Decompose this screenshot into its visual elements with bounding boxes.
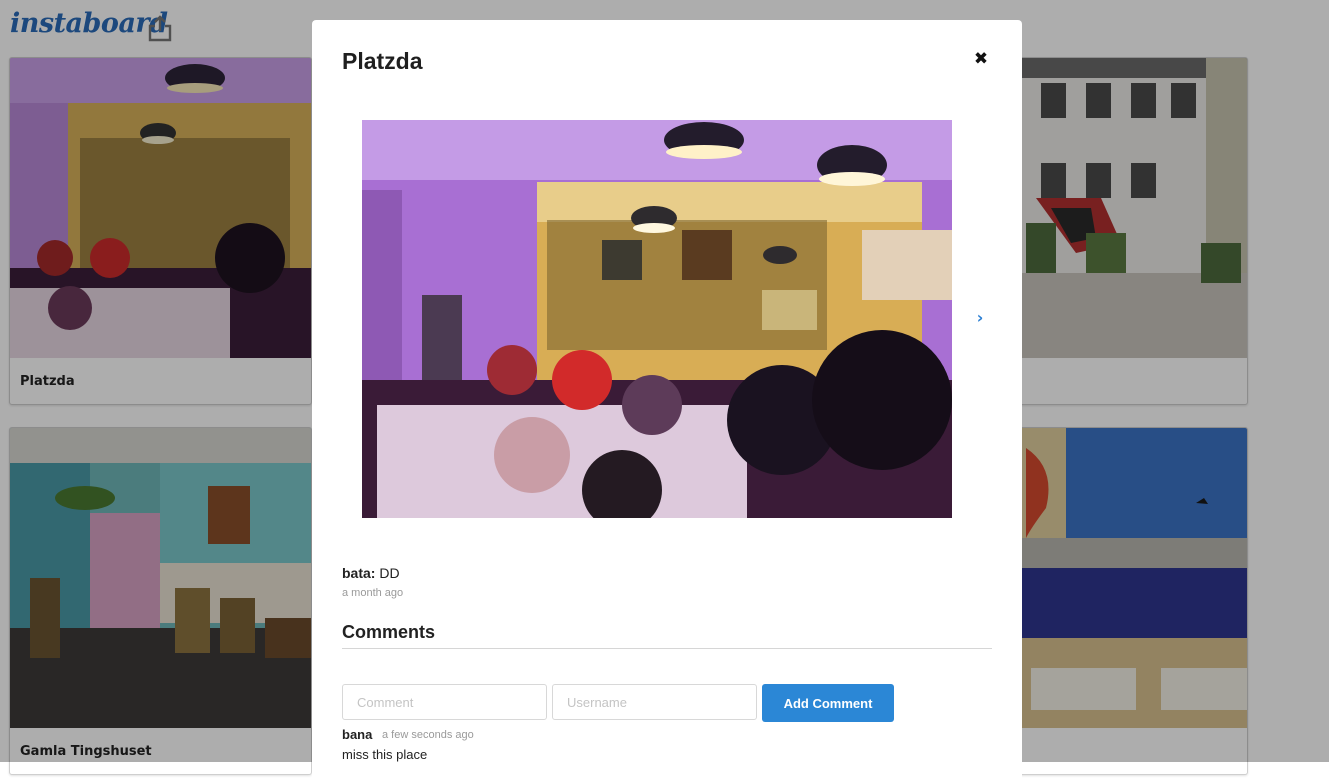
post-text: DD xyxy=(379,565,400,581)
photo-modal: Platzda ✖ › bata: DD a month ago Comment… xyxy=(312,20,1022,780)
main-photo xyxy=(362,120,952,518)
close-icon[interactable]: ✖ xyxy=(972,50,990,68)
comments-divider xyxy=(342,648,992,649)
post-timestamp: a month ago xyxy=(342,587,404,599)
post-caption: bata: DD xyxy=(342,565,400,581)
add-comment-button[interactable]: Add Comment xyxy=(762,684,894,722)
username-input[interactable] xyxy=(552,684,757,720)
comment-timestamp: a few seconds ago xyxy=(382,729,474,741)
comment-author[interactable]: bana xyxy=(342,727,372,742)
comments-heading: Comments xyxy=(342,622,436,642)
post-author[interactable]: bata: xyxy=(342,565,375,581)
comment-input[interactable] xyxy=(342,684,547,720)
chevron-right-icon[interactable]: › xyxy=(973,308,987,328)
modal-title: Platzda xyxy=(342,48,423,74)
comment-text: miss this place xyxy=(342,747,428,762)
